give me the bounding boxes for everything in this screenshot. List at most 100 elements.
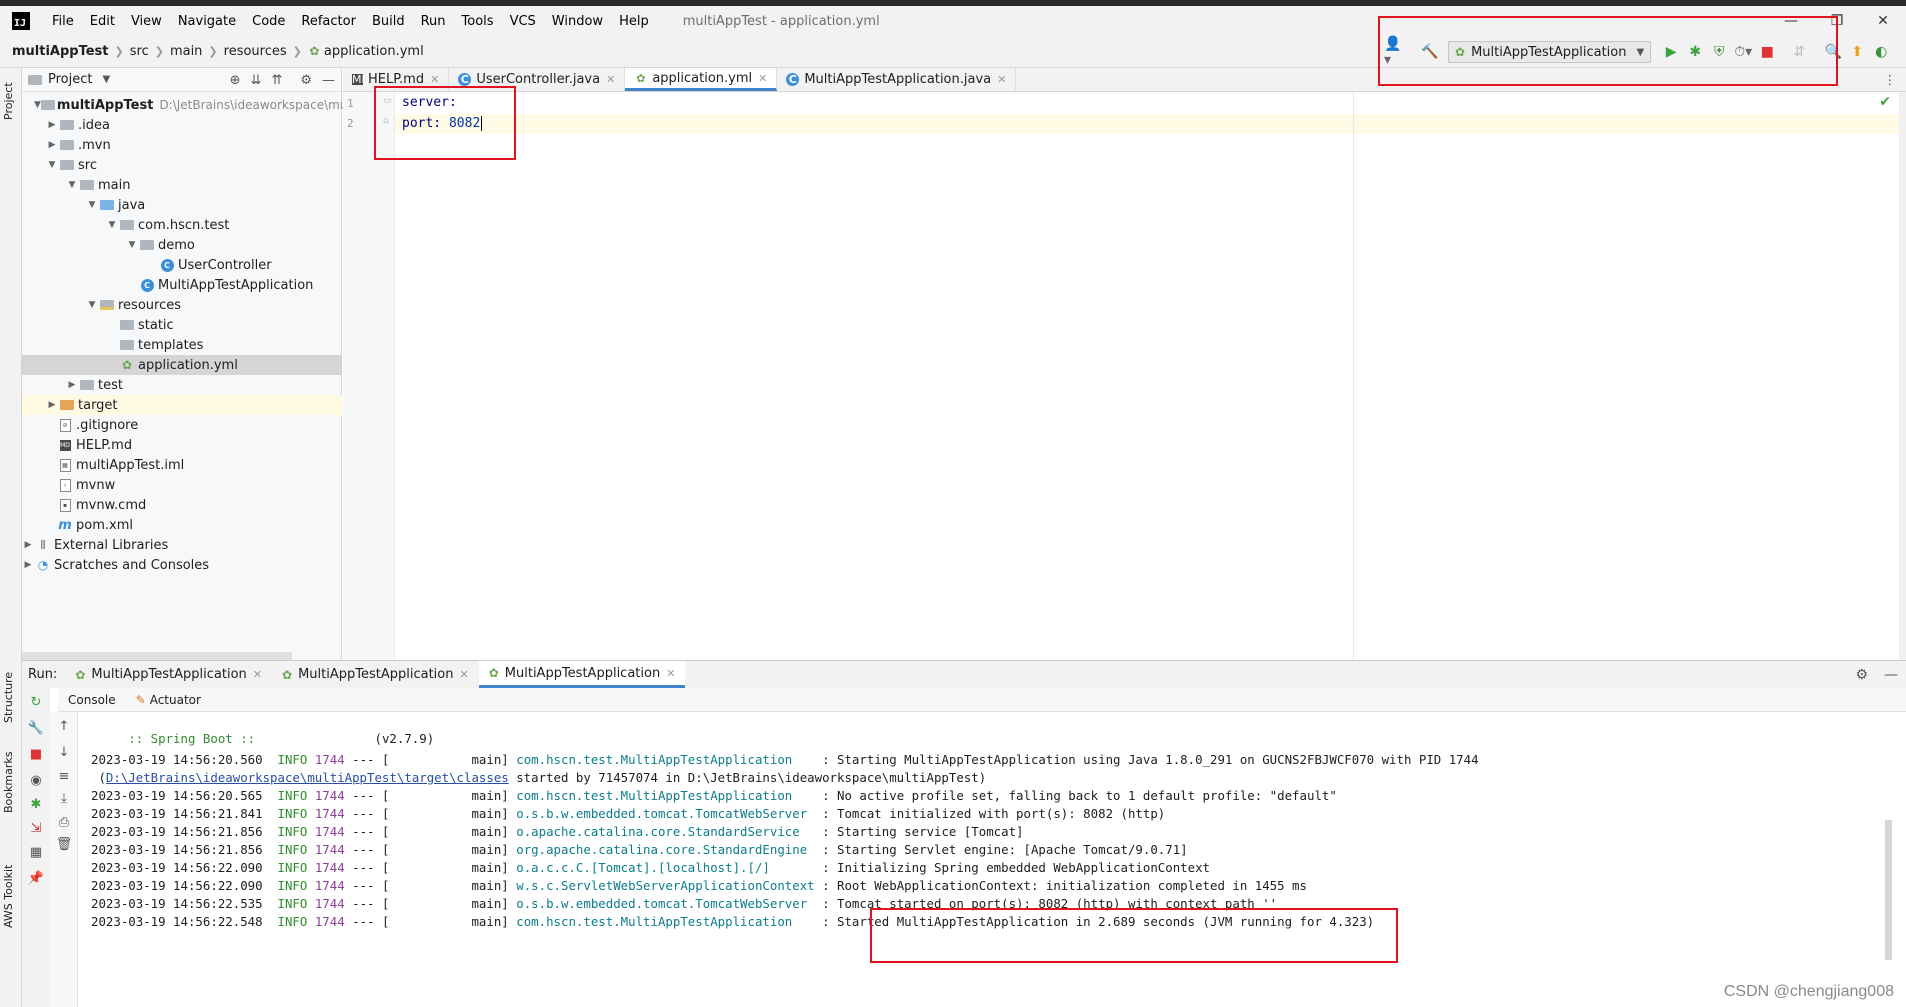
close-icon[interactable]: ✕ — [430, 73, 439, 86]
aws-toolkit-tool-tab[interactable]: AWS Toolkit — [2, 838, 15, 928]
expand-all-icon[interactable]: ⇊ — [251, 73, 262, 88]
horizontal-scrollbar[interactable] — [22, 652, 292, 660]
chevron-down-icon[interactable]: ▼ — [126, 240, 138, 250]
run-tab-1[interactable]: ✿ MultiAppTestApplication ✕ — [65, 661, 272, 688]
project-tool-tab[interactable]: Project — [2, 70, 15, 120]
tree-item-usercontroller[interactable]: C UserController — [22, 255, 342, 275]
update-available-icon[interactable]: ⬆ — [1845, 40, 1869, 64]
tree-item-src[interactable]: ▼ src — [22, 155, 342, 175]
tab-multiapptestapplication[interactable]: C MultiAppTestApplication.java ✕ — [777, 68, 1017, 91]
tree-item-pom-xml[interactable]: m pom.xml — [22, 515, 342, 535]
tree-item-static[interactable]: static — [22, 315, 342, 335]
intellij-logo[interactable]: IJ — [12, 12, 30, 30]
tree-item-scratches[interactable]: ▶ ◔ Scratches and Consoles — [22, 555, 342, 575]
editor-scrollbar[interactable] — [1899, 92, 1906, 660]
close-icon[interactable]: ✕ — [253, 668, 262, 681]
menu-window[interactable]: Window — [544, 14, 611, 29]
tree-item-gitignore[interactable]: ⊘ .gitignore — [22, 415, 342, 435]
hide-panel-icon[interactable]: — — [322, 73, 335, 88]
tree-item-help-md[interactable]: MD HELP.md — [22, 435, 342, 455]
gear-icon[interactable]: ⚙ — [300, 73, 312, 88]
close-icon[interactable]: ✕ — [666, 667, 675, 680]
chevron-down-icon[interactable]: ▼ — [66, 180, 78, 190]
close-icon[interactable]: ✕ — [460, 668, 469, 681]
tree-item-mvnw-cmd[interactable]: ▪ mvnw.cmd — [22, 495, 342, 515]
layout-icon[interactable]: ▦ — [28, 844, 44, 860]
breadcrumb-src[interactable]: src — [130, 44, 149, 59]
debug-icon[interactable]: ✱ — [28, 796, 44, 812]
breadcrumb-project[interactable]: multiAppTest — [12, 44, 109, 59]
chevron-down-icon[interactable]: ▼ — [102, 74, 110, 85]
project-panel-title[interactable]: Project — [48, 72, 92, 87]
classpath-link[interactable]: D:\JetBrains\ideaworkspace\multiAppTest\… — [106, 770, 509, 785]
tree-item-idea[interactable]: ▶ .idea — [22, 115, 342, 135]
tab-actuator[interactable]: ✎ Actuator — [126, 693, 211, 707]
inspection-ok-icon[interactable]: ✔ — [1879, 94, 1891, 110]
more-tabs-icon[interactable]: ⋮ — [1884, 68, 1906, 91]
rerun-icon[interactable]: ↻ — [28, 694, 44, 710]
breadcrumb-file[interactable]: application.yml — [324, 44, 424, 59]
tree-item-application-yml[interactable]: ✿ application.yml — [22, 355, 342, 375]
run-tab-2[interactable]: ✿ MultiAppTestApplication ✕ — [272, 661, 479, 688]
run-tab-3[interactable]: ✿ MultiAppTestApplication ✕ — [478, 661, 686, 688]
menu-refactor[interactable]: Refactor — [293, 14, 364, 29]
chevron-right-icon[interactable]: ▶ — [46, 120, 58, 130]
tree-item-templates[interactable]: templates — [22, 335, 342, 355]
chevron-right-icon[interactable]: ▶ — [66, 380, 78, 390]
chevron-down-icon[interactable]: ▼ — [46, 160, 58, 170]
chevron-down-icon[interactable]: ▼ — [106, 220, 118, 230]
scroll-to-end-icon[interactable]: ⤓ — [56, 790, 72, 806]
camera-icon[interactable]: ◉ — [28, 772, 44, 788]
close-icon[interactable]: ✕ — [606, 73, 615, 86]
bookmarks-tool-tab[interactable]: Bookmarks — [2, 733, 15, 813]
tree-item-test[interactable]: ▶ test — [22, 375, 342, 395]
tree-item-target[interactable]: ▶ target — [22, 395, 342, 415]
menu-view[interactable]: View — [123, 14, 170, 29]
menu-vcs[interactable]: VCS — [502, 14, 544, 29]
chevron-down-icon[interactable]: ▼ — [86, 300, 98, 310]
tree-item-iml[interactable]: ▦ multiAppTest.iml — [22, 455, 342, 475]
tree-item-project-root[interactable]: ▼ multiAppTest D:\JetBrains\ideaworkspac… — [22, 95, 355, 115]
tree-item-demo[interactable]: ▼ demo — [22, 235, 342, 255]
menu-file[interactable]: File — [44, 14, 82, 29]
trash-icon[interactable]: 🗑 — [56, 836, 73, 852]
menu-code[interactable]: Code — [244, 14, 293, 29]
tab-console[interactable]: Console — [58, 693, 126, 707]
close-icon[interactable]: ✕ — [758, 72, 767, 85]
tree-item-mvnw[interactable]: › mvnw — [22, 475, 342, 495]
menu-build[interactable]: Build — [364, 14, 413, 29]
chevron-down-icon[interactable]: ▼ — [34, 100, 41, 110]
console-scrollbar[interactable] — [1885, 820, 1892, 960]
hide-panel-icon[interactable]: — — [1884, 667, 1898, 683]
chevron-right-icon[interactable]: ▶ — [22, 540, 34, 550]
chevron-right-icon[interactable]: ▶ — [46, 400, 58, 410]
structure-tool-tab[interactable]: Structure — [2, 653, 15, 723]
breadcrumb-resources[interactable]: resources — [224, 44, 287, 59]
chevron-right-icon[interactable]: ▶ — [46, 140, 58, 150]
menu-run[interactable]: Run — [413, 14, 454, 29]
exit-icon[interactable]: ⇲ — [28, 820, 44, 836]
arrow-down-icon[interactable]: ↓ — [56, 744, 72, 760]
menu-navigate[interactable]: Navigate — [170, 14, 244, 29]
tab-application-yml[interactable]: ✿ application.yml ✕ — [625, 68, 778, 91]
locate-icon[interactable]: ⊕ — [230, 73, 241, 88]
menu-tools[interactable]: Tools — [454, 14, 502, 29]
arrow-up-icon[interactable]: ↑ — [56, 718, 72, 734]
breadcrumb-main[interactable]: main — [170, 44, 202, 59]
tree-item-multiapptestapplication[interactable]: C MultiAppTestApplication — [22, 275, 342, 295]
print-icon[interactable]: ⎙ — [56, 814, 72, 830]
code-editor[interactable]: 1 2 ▭ ⌂ server: port: 8082 ✔ — [343, 92, 1899, 660]
tree-item-external-libraries[interactable]: ▶ ⫴ External Libraries — [22, 535, 342, 555]
tree-item-package[interactable]: ▼ com.hscn.test — [22, 215, 342, 235]
chevron-down-icon[interactable]: ▼ — [86, 200, 98, 210]
collapse-all-icon[interactable]: ⇈ — [271, 73, 282, 88]
menu-help[interactable]: Help — [611, 14, 657, 29]
tree-item-java[interactable]: ▼ java — [22, 195, 342, 215]
chevron-right-icon[interactable]: ▶ — [22, 560, 34, 570]
stop-icon[interactable]: ■ — [28, 746, 44, 762]
soft-wrap-icon[interactable]: ≡ — [56, 768, 72, 784]
tree-item-mvn[interactable]: ▶ .mvn — [22, 135, 342, 155]
wrench-icon[interactable]: 🔧 — [28, 720, 44, 736]
gear-icon[interactable]: ⚙ — [1855, 667, 1868, 683]
menu-edit[interactable]: Edit — [82, 14, 123, 29]
